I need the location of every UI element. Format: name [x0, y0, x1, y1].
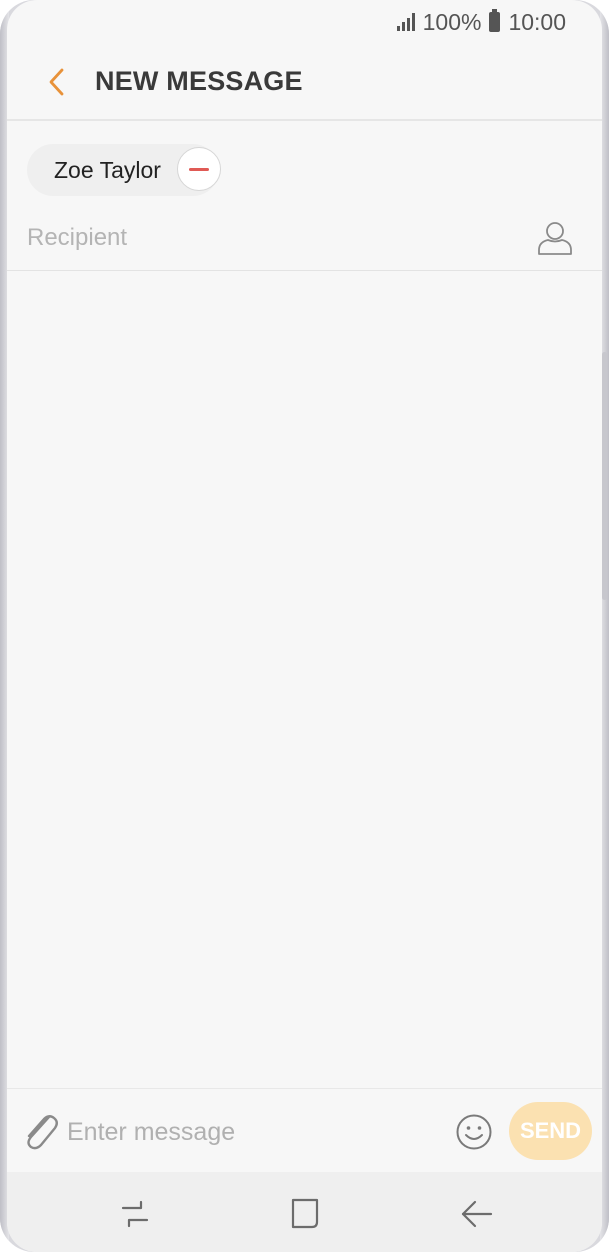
status-bar: 100% 10:00	[7, 0, 602, 44]
paperclip-icon[interactable]	[19, 1109, 59, 1151]
smiley-icon[interactable]	[455, 1113, 493, 1151]
navigation-bar	[7, 1172, 602, 1252]
conversation-area	[7, 272, 602, 1088]
compose-bar: SEND	[7, 1088, 602, 1172]
screen: 100% 10:00 NEW MESSAGE Zoe Taylor Recipi…	[7, 0, 602, 1252]
minus-icon	[189, 167, 209, 171]
battery-icon	[489, 9, 501, 32]
recents-icon[interactable]	[115, 1194, 155, 1234]
back-arrow-icon[interactable]	[27, 52, 87, 112]
home-icon[interactable]	[285, 1194, 325, 1234]
recipient-chip[interactable]: Zoe Taylor	[27, 144, 221, 196]
page-title: NEW MESSAGE	[95, 66, 303, 96]
clock: 10:00	[508, 8, 566, 35]
recipient-row	[7, 206, 602, 271]
app-bar: NEW MESSAGE	[7, 44, 602, 121]
send-button[interactable]: SEND	[509, 1102, 592, 1160]
back-icon[interactable]	[457, 1194, 497, 1234]
recipient-chip-name: Zoe Taylor	[54, 156, 161, 183]
device-frame: 100% 10:00 NEW MESSAGE Zoe Taylor Recipi…	[0, 0, 609, 1252]
signal-icon	[396, 13, 415, 31]
message-input[interactable]	[67, 1111, 447, 1153]
device-side-button	[602, 352, 607, 600]
battery-percent: 100%	[422, 8, 482, 35]
recipient-input[interactable]	[27, 218, 507, 258]
contact-person-icon[interactable]	[535, 220, 575, 256]
remove-recipient-button[interactable]	[177, 147, 221, 191]
